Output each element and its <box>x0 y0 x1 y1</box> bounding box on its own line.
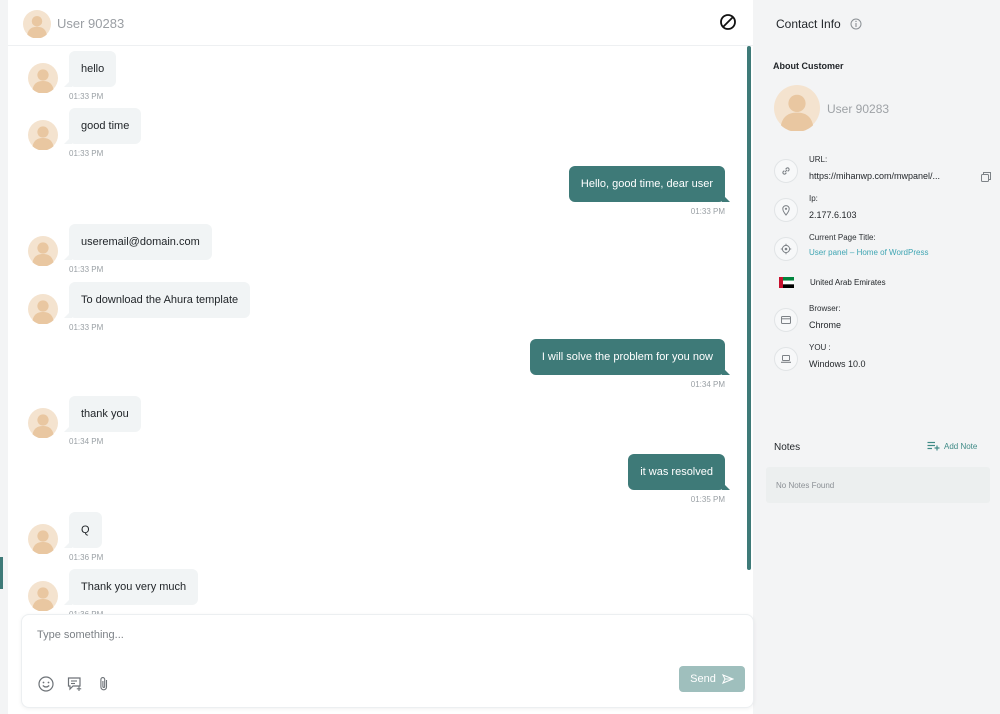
user-avatar <box>28 63 58 93</box>
incoming-message: To download the Ahura template 01:33 PM <box>28 282 428 338</box>
outgoing-message: it was resolved 01:35 PM <box>325 454 730 510</box>
message-list[interactable]: hello 01:33 PM good time 01:33 PM Hello, goo… <box>8 46 753 614</box>
os-value: Windows 10.0 <box>809 359 866 369</box>
outgoing-message: Hello, good time, dear user 01:33 PM <box>325 166 731 222</box>
emoji-icon[interactable] <box>37 675 55 693</box>
message-bubble: it was resolved <box>628 454 730 490</box>
info-icon[interactable] <box>850 18 862 30</box>
url-value: https://mihanwp.com/mwpanel/... <box>809 171 941 181</box>
browser-value: Chrome <box>809 320 842 330</box>
page-title-label: Current Page Title: <box>809 233 876 242</box>
message-bubble: Q <box>64 512 102 548</box>
user-avatar <box>28 408 58 438</box>
contact-info-panel: Contact Info About Customer User 90283 U… <box>758 0 1000 714</box>
notes-list: No Notes Found <box>766 467 990 503</box>
message-time: 01:33 PM <box>690 207 725 216</box>
location-pin-icon <box>774 198 798 222</box>
message-bubble: thank you <box>64 396 141 432</box>
browser-label: Browser: <box>809 304 841 313</box>
incoming-message: hello 01:33 PM <box>28 51 428 107</box>
saved-replies-icon[interactable] <box>66 675 84 693</box>
message-time: 01:36 PM <box>69 553 104 562</box>
incoming-message: good time 01:33 PM <box>28 108 428 164</box>
target-icon <box>774 237 798 261</box>
message-time: 01:35 PM <box>690 495 725 504</box>
laptop-icon <box>774 347 798 371</box>
chat-panel: User 90283 hello 01:33 PM good time 01:33 P… <box>8 0 754 714</box>
chat-header: User 90283 <box>8 0 753 46</box>
send-label: Send <box>690 673 716 685</box>
add-note-label: Add Note <box>944 441 978 451</box>
customer-name: User 90283 <box>827 102 890 116</box>
link-icon <box>774 159 798 183</box>
notes-heading: Notes <box>774 442 801 453</box>
user-avatar <box>28 294 58 324</box>
message-time: 01:33 PM <box>69 323 104 332</box>
send-button[interactable]: Send <box>679 666 745 692</box>
message-composer: Send <box>21 614 754 708</box>
page-title-link[interactable]: User panel – Home of WordPress <box>809 248 928 257</box>
active-indicator <box>0 557 3 589</box>
message-bubble: Thank you very much <box>63 569 199 605</box>
message-bubble: good time <box>63 108 142 144</box>
attachment-icon[interactable] <box>95 675 113 693</box>
url-label: URL: <box>809 155 828 164</box>
user-avatar <box>28 236 58 266</box>
add-note-button[interactable]: Add Note <box>927 441 977 451</box>
user-avatar <box>28 524 58 554</box>
message-time: 01:34 PM <box>69 437 104 446</box>
incoming-message: thank you 01:34 PM <box>28 396 428 452</box>
about-customer-heading: About Customer <box>773 61 844 71</box>
message-time: 01:34 PM <box>690 380 725 389</box>
uae-flag-icon <box>779 277 794 288</box>
message-input[interactable] <box>37 625 637 645</box>
chat-user-name: User 90283 <box>57 16 125 31</box>
outgoing-message: I will solve the problem for you now 01:3… <box>325 339 731 395</box>
incoming-message: Thank you very much01:36 PM <box>28 569 428 614</box>
send-icon <box>721 674 734 684</box>
message-time: 01:33 PM <box>69 265 104 274</box>
message-time: 01:33 PM <box>69 92 104 101</box>
notes-empty-text: No Notes Found <box>776 481 835 490</box>
contact-info-title: Contact Info <box>776 17 841 31</box>
message-time: 01:33 PM <box>69 149 104 158</box>
message-bubble: useremail@domain.com <box>64 224 212 260</box>
country-name: United Arab Emirates <box>810 278 886 287</box>
user-avatar <box>28 120 58 150</box>
copy-icon[interactable] <box>980 171 992 183</box>
message-scrollbar[interactable] <box>747 46 751 570</box>
ip-label: Ip: <box>809 194 818 203</box>
ip-value: 2.177.6.103 <box>809 210 857 220</box>
user-avatar <box>23 10 51 38</box>
user-avatar <box>28 581 58 611</box>
customer-avatar <box>774 85 820 131</box>
message-bubble: To download the Ahura template <box>63 282 251 318</box>
block-icon[interactable] <box>719 13 737 31</box>
message-bubble: hello <box>63 51 117 87</box>
message-bubble: I will solve the problem for you now <box>529 339 731 375</box>
browser-icon <box>774 308 798 332</box>
incoming-message: Q 01:36 PM <box>28 512 428 568</box>
incoming-message: useremail@domain.com 01:33 PM <box>28 224 428 280</box>
message-bubble: Hello, good time, dear user <box>568 166 731 202</box>
add-note-icon <box>927 441 940 451</box>
os-label: YOU : <box>809 343 831 352</box>
